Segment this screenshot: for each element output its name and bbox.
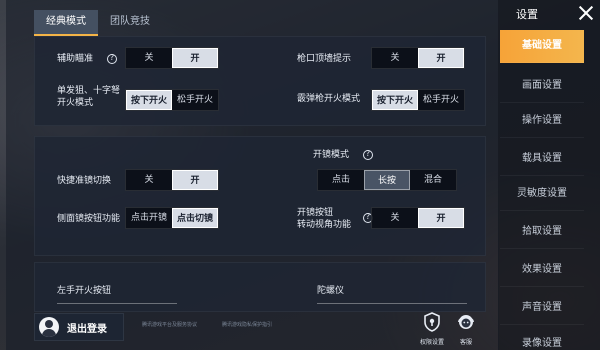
quick-scope-off[interactable]: 关	[126, 170, 172, 190]
headset-icon	[458, 315, 474, 329]
sidebar-item-basic[interactable]: 基础设置	[500, 30, 584, 63]
customer-service-label: 客服	[459, 339, 472, 346]
quick-scope-label: 快捷准镜切换	[57, 176, 112, 186]
shotgun-fire-press[interactable]: 按下开火	[372, 90, 418, 110]
scope-turn-label-line1: 开镜按钮	[297, 208, 334, 218]
extra-settings-panel: 左手开火按钮 陀螺仪	[34, 262, 486, 312]
wall-hint-off[interactable]: 关	[372, 48, 418, 68]
permission-settings-label: 权限设置	[419, 339, 444, 346]
sniper-fire-release[interactable]: 松手开火	[172, 90, 218, 110]
sidebar-item-sound[interactable]: 声音设置	[500, 292, 584, 325]
sniper-fire-label: 单发狙、十字弩开火模式	[57, 86, 121, 108]
shield-icon	[424, 312, 440, 332]
sidebar-item-sensitivity[interactable]: 灵敏度设置	[500, 178, 584, 211]
close-icon[interactable]	[576, 3, 596, 23]
sidebar-item-effects[interactable]: 效果设置	[500, 254, 584, 287]
customer-service-button[interactable]: 客服	[450, 312, 482, 348]
mode-tabs: 经典模式 团队竞技	[34, 10, 162, 36]
sniper-fire-press[interactable]: 按下开火	[126, 90, 172, 110]
aim-assist-on[interactable]: 开	[172, 48, 218, 68]
settings-sidebar: 设置 基础设置 画面设置 操作设置 载具设置 灵敏度设置 拾取设置 效果设置 声…	[498, 0, 600, 350]
quick-scope-on[interactable]: 开	[172, 170, 218, 190]
scope-mode-label: 开镜模式	[313, 150, 350, 160]
scope-mode-tap[interactable]: 点击	[318, 170, 364, 190]
shotgun-fire-release[interactable]: 松手开火	[418, 90, 464, 110]
privacy-policy-link[interactable]: 腾讯游戏隐私保护指引	[222, 321, 272, 328]
help-icon[interactable]	[107, 53, 117, 64]
logout-label: 退出登录	[67, 323, 107, 335]
sidebar-item-graphics[interactable]: 画面设置	[500, 70, 584, 103]
side-scope-label: 侧面镜按钮功能	[57, 214, 121, 224]
aim-assist-label: 辅助瞄准	[57, 54, 94, 64]
sidebar-item-vehicle[interactable]: 载具设置	[500, 143, 584, 176]
sidebar-item-replay[interactable]: 录像设置	[500, 328, 584, 350]
side-scope-tap-open[interactable]: 点击开镜	[126, 208, 172, 228]
fire-settings-panel: 辅助瞄准 关 开 枪口顶墙提示 关 开 单发狙、十字弩开火模式 按下开火 松手开…	[34, 36, 486, 126]
left-fire-label: 左手开火按钮	[57, 286, 112, 296]
side-scope-tap-switch[interactable]: 点击切镜	[172, 208, 218, 228]
permission-settings-button[interactable]: 权限设置	[416, 312, 448, 348]
scope-settings-panel: 开镜模式 点击 长按 混合 快捷准镜切换 关 开 侧面镜按钮功能 点击开镜 点击…	[34, 136, 486, 256]
tab-team-deathmatch[interactable]: 团队竞技	[98, 10, 162, 34]
aim-assist-off[interactable]: 关	[126, 48, 172, 68]
wall-hint-toggle: 关 开	[371, 47, 465, 69]
sidebar-item-controls[interactable]: 操作设置	[500, 105, 584, 138]
wall-hint-label: 枪口顶墙提示	[297, 54, 352, 64]
scope-turn-on[interactable]: 开	[418, 208, 464, 228]
scope-turn-toggle: 关 开	[371, 207, 465, 229]
quick-scope-toggle: 关 开	[125, 169, 219, 191]
scope-turn-off[interactable]: 关	[372, 208, 418, 228]
gyro-label: 陀螺仪	[317, 286, 345, 296]
shotgun-fire-mode: 按下开火 松手开火	[371, 89, 465, 111]
scope-turn-label-line2: 转动视角功能	[297, 220, 352, 230]
wall-hint-on[interactable]: 开	[418, 48, 464, 68]
service-agreement-link[interactable]: 腾讯游戏平台及服务协议	[142, 321, 197, 328]
shotgun-fire-label: 霰弹枪开火模式	[297, 94, 361, 104]
scope-turn-label: 开镜按钮 转动视角功能	[297, 207, 351, 231]
sniper-fire-mode: 按下开火 松手开火	[125, 89, 219, 111]
logout-button[interactable]: 退出登录	[34, 313, 124, 341]
help-icon[interactable]	[363, 149, 373, 160]
sidebar-title: 设置	[516, 8, 538, 21]
left-fire-divider	[57, 303, 177, 304]
scope-mode-hold[interactable]: 长按	[364, 170, 410, 190]
scope-mode-selector: 点击 长按 混合	[317, 169, 457, 191]
tab-classic-mode[interactable]: 经典模式	[34, 10, 98, 36]
user-avatar-icon	[39, 317, 59, 337]
aim-assist-toggle: 关 开	[125, 47, 219, 69]
gyro-divider	[317, 303, 467, 304]
scope-mode-mixed[interactable]: 混合	[410, 170, 456, 190]
sidebar-item-pickup[interactable]: 拾取设置	[500, 216, 584, 249]
side-scope-function: 点击开镜 点击切镜	[125, 207, 219, 229]
